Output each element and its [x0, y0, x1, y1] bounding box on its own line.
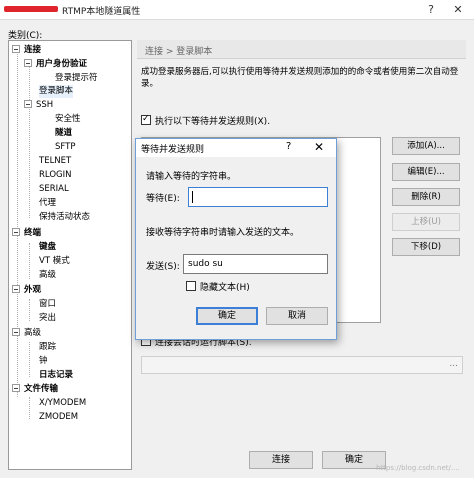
- tree-item-advanced[interactable]: 高级: [12, 327, 41, 340]
- move-up-button[interactable]: 上移(U): [392, 213, 460, 231]
- dialog-ok-button[interactable]: 确定: [196, 307, 258, 325]
- browse-button[interactable]: ...: [449, 359, 458, 369]
- description-text: 成功登录服务器后,可以执行使用等待并发送规则添加的的命令或者使用第二次自动登录。: [141, 67, 459, 89]
- edit-button[interactable]: 编辑(E)...: [392, 163, 460, 181]
- tree-item-terminal[interactable]: 终端: [12, 227, 41, 240]
- tree-item-connection[interactable]: 连接: [12, 44, 41, 57]
- dialog-cancel-button[interactable]: 取消: [266, 307, 328, 325]
- tree-item-rlogin[interactable]: RLOGIN: [39, 169, 71, 182]
- collapse-icon[interactable]: [12, 285, 20, 293]
- tree-item-terminal-advanced[interactable]: 高级: [39, 269, 56, 282]
- tree-item-login-prompt[interactable]: 登录提示符: [55, 72, 98, 85]
- send-prompt: 接收等待字符串时请输入发送的文本。: [146, 228, 300, 238]
- tree-line: [29, 397, 30, 419]
- tree-item-tunnel[interactable]: 隧道: [55, 127, 72, 140]
- tree-item-bell[interactable]: 钟: [39, 355, 48, 368]
- wait-prompt: 请输入等待的字符串。: [146, 172, 237, 182]
- title-bar: RTMP本地隧道属性 ? ✕: [0, 0, 474, 20]
- text-caret: [192, 191, 193, 203]
- rules-checkbox[interactable]: 执行以下等待并发送规则(X).: [141, 114, 270, 127]
- dialog-title-bar: 等待并发送规则 ? ✕: [136, 139, 336, 157]
- collapse-icon[interactable]: [12, 228, 20, 236]
- tree-line: [17, 52, 18, 397]
- tree-item-login-script[interactable]: 登录脚本: [39, 85, 74, 98]
- dialog-help-icon[interactable]: ?: [286, 141, 291, 152]
- send-input[interactable]: sudo su: [183, 254, 328, 274]
- tree-line: [29, 342, 30, 377]
- collapse-icon[interactable]: [12, 328, 20, 336]
- collapse-icon[interactable]: [24, 100, 32, 108]
- dialog-close-icon[interactable]: ✕: [314, 140, 324, 154]
- dialog-title: 等待并发送规则: [141, 145, 205, 155]
- tree-item-logging[interactable]: 日志记录: [39, 369, 73, 382]
- category-tree[interactable]: 连接 用户身份验证 登录提示符 登录脚本 SSH 安全性 隧道 SFTP TEL…: [8, 40, 132, 470]
- wait-label: 等待(E):: [146, 194, 180, 204]
- tree-item-security[interactable]: 安全性: [55, 113, 81, 126]
- tree-item-xymodem[interactable]: X/YMODEM: [39, 397, 86, 410]
- send-label: 发送(S):: [146, 262, 180, 272]
- app-icon: [4, 6, 58, 12]
- wait-send-dialog: 等待并发送规则 ? ✕ 请输入等待的字符串。 等待(E): 接收等待字符串时请输…: [135, 138, 337, 340]
- tree-item-user-auth[interactable]: 用户身份验证: [24, 58, 87, 71]
- tree-item-zmodem[interactable]: ZMODEM: [39, 411, 78, 424]
- tree-item-highlight[interactable]: 突出: [39, 312, 56, 325]
- collapse-icon[interactable]: [12, 384, 20, 392]
- tree-line: [29, 299, 30, 321]
- tree-item-file-transfer[interactable]: 文件传输: [12, 383, 58, 396]
- tree-line: [29, 65, 30, 218]
- tree-item-vt-mode[interactable]: VT 模式: [39, 255, 70, 268]
- tree-item-window[interactable]: 窗口: [39, 298, 56, 311]
- tree-item-appearance[interactable]: 外观: [12, 284, 41, 297]
- delete-button[interactable]: 删除(R): [392, 188, 460, 206]
- script-path-field[interactable]: ...: [141, 356, 463, 374]
- window-title: RTMP本地隧道属性: [62, 7, 141, 17]
- move-down-button[interactable]: 下移(D): [392, 238, 460, 256]
- tree-item-ssh[interactable]: SSH: [24, 99, 53, 112]
- checkbox-checked-icon[interactable]: [141, 114, 151, 125]
- tree-item-trace[interactable]: 跟踪: [39, 341, 56, 354]
- watermark: https://blog.csdn.net/....: [376, 464, 460, 472]
- collapse-icon[interactable]: [24, 59, 32, 67]
- close-icon[interactable]: ✕: [449, 2, 467, 18]
- tree-item-proxy[interactable]: 代理: [39, 197, 56, 210]
- hide-text-checkbox[interactable]: 隐藏文本(H): [186, 280, 250, 293]
- tree-item-keyboard[interactable]: 键盘: [39, 241, 56, 254]
- collapse-icon[interactable]: [12, 45, 20, 53]
- tree-item-telnet[interactable]: TELNET: [39, 155, 71, 168]
- help-icon[interactable]: ?: [422, 2, 440, 18]
- breadcrumb: 连接 > 登录脚本: [145, 47, 213, 57]
- connect-button[interactable]: 连接: [249, 451, 313, 469]
- checkbox-icon[interactable]: [186, 281, 196, 291]
- wait-input[interactable]: [188, 187, 328, 207]
- add-button[interactable]: 添加(A)...: [392, 137, 460, 155]
- tree-item-sftp[interactable]: SFTP: [55, 141, 75, 154]
- tree-line: [29, 243, 30, 279]
- tree-item-serial[interactable]: SERIAL: [39, 183, 69, 196]
- tree-item-keepalive[interactable]: 保持活动状态: [39, 211, 90, 224]
- breadcrumb-bar: 连接 > 登录脚本: [137, 40, 466, 59]
